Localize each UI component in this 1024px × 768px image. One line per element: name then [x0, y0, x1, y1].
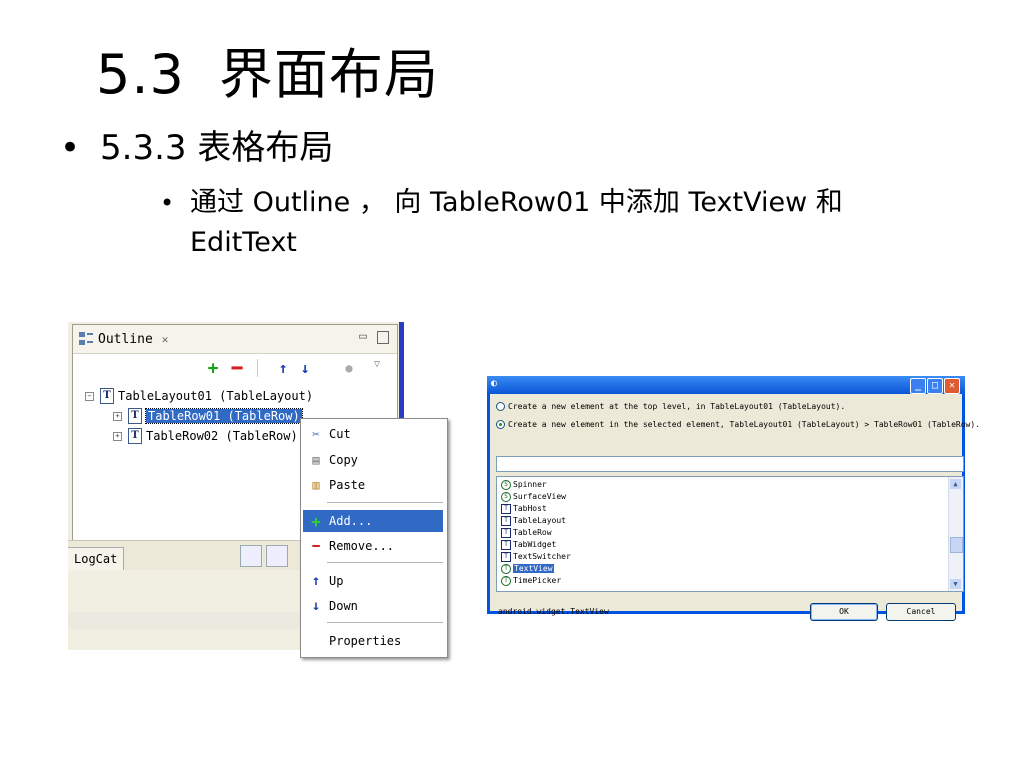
collapse-icon[interactable]: −	[85, 391, 94, 401]
class-icon: T	[501, 539, 511, 550]
menu-item-properties[interactable]: Properties	[303, 630, 443, 652]
remove-icon: ━	[312, 539, 320, 553]
layout-type-icon: T	[128, 428, 142, 444]
radio-button[interactable]	[496, 402, 505, 411]
minimize-icon[interactable]: _	[910, 378, 926, 394]
cancel-button[interactable]: Cancel	[886, 603, 956, 621]
menu-separator	[327, 622, 443, 623]
class-icon: T	[501, 503, 511, 514]
bullet-dot: •	[60, 128, 81, 168]
list-item[interactable]: S Spinner	[501, 479, 547, 490]
class-icon: T	[501, 575, 511, 586]
menu-item-remove[interactable]: ━ Remove...	[303, 535, 443, 557]
expand-icon[interactable]: +	[113, 431, 122, 441]
title-text: 界面布局	[218, 43, 439, 106]
tab-logcat[interactable]: LogCat	[68, 547, 125, 571]
radio-button-checked[interactable]	[496, 420, 505, 429]
tree-row-tablerow02[interactable]: + T TableRow02 (TableRow)	[113, 427, 298, 445]
menu-separator	[327, 502, 443, 503]
scrollbar[interactable]: ▲ ▼	[948, 477, 963, 591]
menu-item-add[interactable]: + Add...	[303, 510, 443, 532]
class-icon: T	[501, 515, 511, 526]
class-icon: S	[501, 491, 511, 502]
minimize-icon[interactable]: ▭	[359, 329, 367, 344]
bullet2-text: 通过 Outline ， 向 TableRow01 中添加 TextView 和…	[190, 187, 843, 258]
list-item[interactable]: T TextSwitcher	[501, 551, 571, 562]
class-icon: T	[501, 527, 511, 538]
cut-icon: ✂	[312, 427, 320, 441]
arrow-up-icon: ↑	[311, 573, 321, 589]
menu-separator	[327, 562, 443, 563]
paste-icon: ▥	[312, 478, 320, 492]
outline-icon	[79, 332, 93, 346]
list-item[interactable]: T TimePicker	[501, 575, 561, 586]
bullet-level1: • 5.3.3 表格布局	[60, 120, 333, 169]
bullet1-text: 5.3.3 表格布局	[100, 128, 334, 168]
class-icon: T	[501, 563, 511, 574]
layout-icon[interactable]: ●	[339, 358, 359, 378]
context-menu: ✂ Cut ▤ Copy ▥ Paste + Add... ━ Remove..…	[300, 418, 448, 658]
status-text: android.widget.TextView	[498, 607, 609, 616]
menu-item-up[interactable]: ↑ Up	[303, 570, 443, 592]
bullet-level2: • 通过 Outline ， 向 TableRow01 中添加 TextView…	[160, 183, 940, 263]
menu-item-copy[interactable]: ▤ Copy	[303, 449, 443, 471]
new-element-dialog: ◐ _ □ ✕ Create a new element at the top …	[487, 376, 980, 621]
tree-row-tablerow01[interactable]: + T TableRow01 (TableRow)	[113, 407, 303, 425]
tree-view-icon[interactable]	[240, 545, 262, 567]
slide-title: 5.3 界面布局	[96, 30, 439, 109]
close-icon[interactable]: ✕	[162, 333, 169, 346]
list-item-selected[interactable]: T TextView	[501, 563, 554, 574]
layout-type-icon: T	[128, 408, 142, 424]
remove-icon[interactable]: ━	[227, 358, 247, 379]
tree-row-tablelayout[interactable]: − T TableLayout01 (TableLayout)	[85, 387, 313, 405]
filter-icon[interactable]	[266, 545, 288, 567]
expand-icon[interactable]: +	[113, 411, 122, 421]
menu-item-down[interactable]: ↓ Down	[303, 595, 443, 617]
bullet-dot: •	[160, 189, 175, 217]
scroll-thumb[interactable]	[950, 537, 963, 553]
element-list[interactable]: S Spinner S SurfaceView T TabHost T TableLay…	[496, 476, 964, 592]
filter-input[interactable]	[496, 456, 964, 472]
app-icon: ◐	[491, 378, 498, 389]
class-icon: S	[501, 479, 511, 490]
tree-label-selected: TableRow01 (TableRow)	[145, 408, 303, 424]
tab-label: Outline	[98, 331, 153, 347]
list-item[interactable]: T TabHost	[501, 503, 547, 514]
arrow-down-icon: ↓	[311, 598, 321, 614]
list-item[interactable]: S SurfaceView	[501, 491, 566, 502]
scroll-up-icon[interactable]: ▲	[950, 479, 961, 489]
dialog-body: Create a new element at the top level, i…	[490, 394, 980, 621]
radio-selected-element[interactable]: Create a new element in the selected ele…	[496, 420, 980, 429]
ok-button[interactable]: OK	[810, 603, 878, 621]
add-icon: +	[311, 511, 321, 531]
layout-type-icon: T	[100, 388, 114, 404]
arrow-down-icon[interactable]: ↓	[295, 358, 315, 378]
outline-toolbar: + ━ ↑ ↓ ● ▽	[73, 354, 397, 382]
menu-item-paste[interactable]: ▥ Paste	[303, 474, 443, 496]
radio-top-level[interactable]: Create a new element at the top level, i…	[496, 402, 845, 411]
add-icon[interactable]: +	[203, 358, 223, 379]
maximize-icon[interactable]: □	[927, 378, 943, 394]
list-item[interactable]: T TabWidget	[501, 539, 556, 550]
scroll-down-icon[interactable]: ▼	[950, 579, 961, 589]
close-icon[interactable]: ✕	[944, 378, 960, 394]
tree-label: TableLayout01 (TableLayout)	[118, 389, 314, 403]
title-number: 5.3	[96, 43, 185, 106]
list-item[interactable]: T TableRow	[501, 527, 552, 538]
tree-label: TableRow02 (TableRow)	[146, 429, 298, 443]
window-controls: ▭	[359, 329, 389, 344]
view-buttons	[240, 545, 288, 567]
copy-icon: ▤	[312, 453, 320, 467]
tab-outline[interactable]: Outline ✕	[79, 329, 168, 349]
dialog-titlebar: ◐ _ □ ✕	[487, 376, 965, 394]
menu-item-cut[interactable]: ✂ Cut	[303, 423, 443, 445]
panel-header: Outline ✕ ▭	[73, 325, 397, 354]
arrow-up-icon[interactable]: ↑	[273, 358, 293, 378]
view-menu-icon[interactable]: ▽	[367, 354, 387, 374]
maximize-icon[interactable]	[377, 331, 389, 344]
list-item[interactable]: T TableLayout	[501, 515, 566, 526]
class-icon: T	[501, 551, 511, 562]
outline-screenshot: Outline ✕ ▭ + ━ ↑ ↓ ● ▽ − T TableLayout0…	[68, 322, 448, 658]
